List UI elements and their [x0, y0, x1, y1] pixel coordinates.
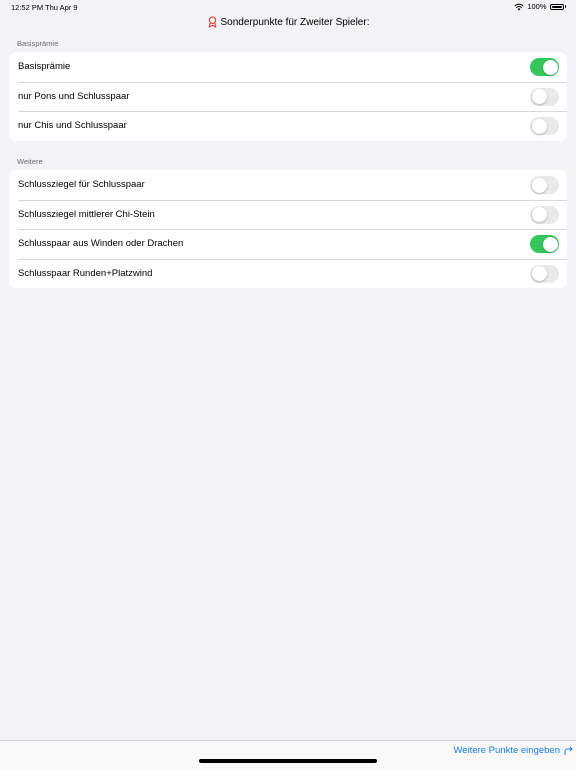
setting-label: Schlussziegel mittlerer Chi-Stein	[18, 208, 155, 220]
settings-group-basis: Basisprämie nur Pons und Schlusspaar nur…	[9, 52, 567, 141]
setting-label: Schlusspaar Runden+Platzwind	[18, 267, 153, 279]
setting-row: Schlusspaar Runden+Platzwind	[9, 258, 567, 289]
toggle-knob	[542, 59, 558, 75]
bottom-toolbar: Weitere Punkte eingeben	[0, 740, 576, 769]
toggle-knob	[531, 118, 547, 134]
setting-row: Basisprämie	[9, 52, 567, 82]
toggle-knob	[531, 266, 547, 281]
setting-row: nur Pons und Schlusspaar	[9, 81, 567, 112]
status-time: 12:52 PM	[11, 3, 44, 12]
home-indicator	[199, 759, 377, 763]
toggle-knob	[531, 207, 547, 222]
setting-row: nur Chis und Schlusspaar	[9, 111, 567, 141]
toggle-switch[interactable]	[530, 264, 559, 283]
toggle-switch[interactable]	[530, 87, 559, 106]
status-date: Thu Apr 9	[45, 3, 78, 12]
setting-row: Schlussziegel mittlerer Chi-Stein	[9, 199, 567, 230]
more-points-link[interactable]: Weitere Punkte eingeben	[453, 745, 560, 756]
settings-group-weitere: Schlussziegel für Schlusspaar Schlusszie…	[9, 170, 567, 288]
setting-label: Basisprämie	[18, 61, 71, 73]
toggle-switch[interactable]	[530, 58, 559, 76]
setting-label: Schlussziegel für Schlusspaar	[18, 179, 145, 191]
toggle-knob	[531, 89, 547, 104]
toggle-switch[interactable]	[530, 235, 559, 253]
section-header-weitere: Weitere	[17, 157, 43, 166]
battery-percent: 100%	[527, 2, 547, 11]
toggle-switch[interactable]	[530, 176, 559, 194]
toggle-switch[interactable]	[530, 117, 559, 135]
wifi-icon	[514, 3, 524, 10]
page-title: Sonderpunkte für Zweiter Spieler:	[220, 16, 370, 28]
nav-bar: Sonderpunkte für Zweiter Spieler:	[0, 12, 576, 32]
setting-label: nur Chis und Schlusspaar	[18, 120, 127, 132]
battery-icon	[549, 3, 564, 10]
setting-row: Schlusspaar aus Winden oder Drachen	[9, 229, 567, 259]
toggle-knob	[531, 177, 547, 193]
setting-label: nur Pons und Schlusspaar	[18, 90, 130, 102]
setting-row: Schlussziegel für Schlusspaar	[9, 170, 567, 200]
toggle-switch[interactable]	[530, 205, 559, 224]
toggle-knob	[542, 236, 558, 252]
status-indicators: 100%	[514, 2, 566, 11]
award-icon	[208, 16, 216, 28]
battery-tip	[564, 5, 566, 8]
setting-label: Schlusspaar aus Winden oder Drachen	[18, 238, 184, 250]
arrow-forward-icon[interactable]	[563, 746, 574, 757]
section-header-basis: Basisprämie	[17, 39, 59, 48]
